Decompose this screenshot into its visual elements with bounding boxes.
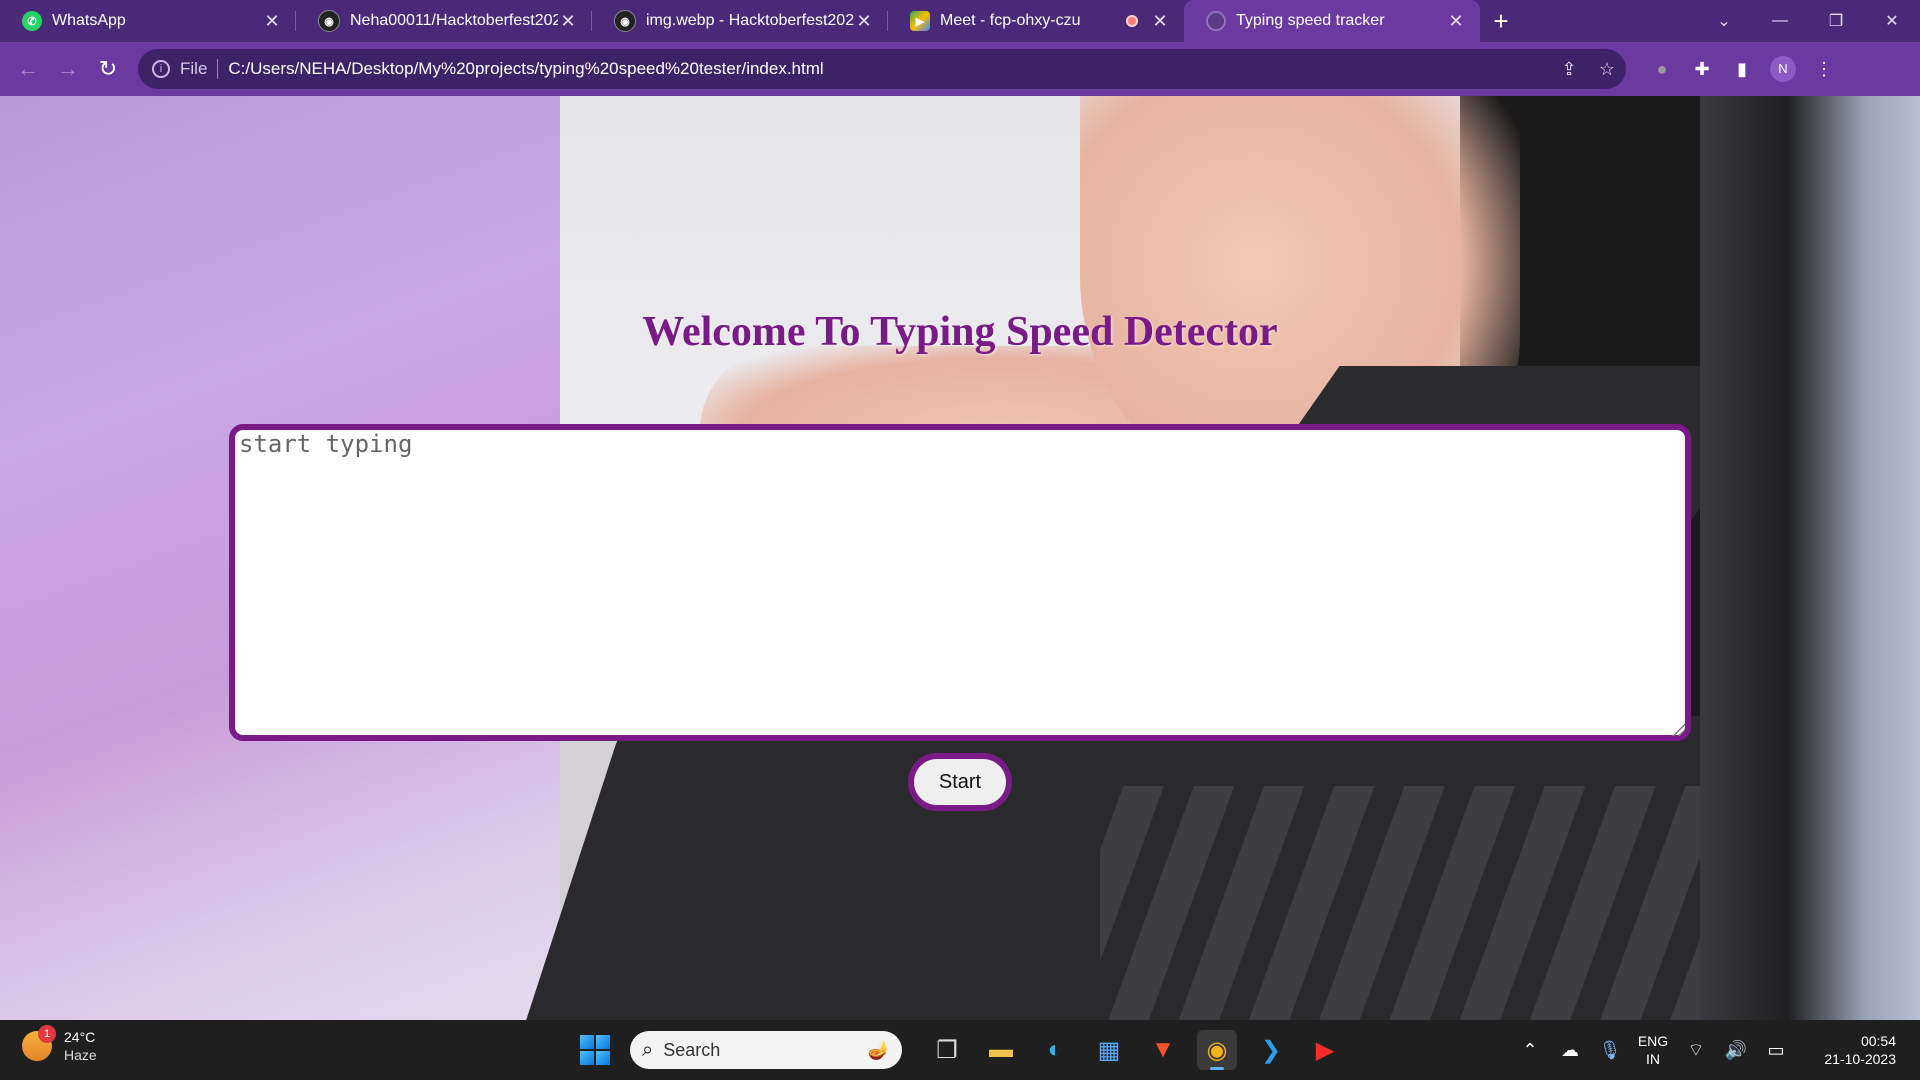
google-meet-icon: ▶ <box>910 11 930 31</box>
new-tab-button[interactable]: + <box>1480 0 1522 42</box>
tab-title: Typing speed tracker <box>1236 12 1385 29</box>
edge-icon[interactable]: ◐ <box>1035 1030 1075 1070</box>
taskbar-apps: ⌕ Search 🪔 ❐ ▬ ◐ ▦ ▼ ◉ ❯ ▶ <box>580 1028 1352 1072</box>
tab-title: img.webp - Hacktoberfest2023 [ <box>646 12 854 29</box>
close-icon[interactable]: ✕ <box>1150 11 1170 32</box>
close-icon[interactable]: ✕ <box>558 11 578 32</box>
extension-icon[interactable]: ● <box>1642 59 1682 80</box>
close-icon[interactable]: ✕ <box>854 11 874 32</box>
volume-icon[interactable]: 🔊 <box>1716 1040 1756 1061</box>
taskbar-search[interactable]: ⌕ Search 🪔 <box>630 1031 902 1069</box>
task-view-icon[interactable]: ❐ <box>927 1030 967 1070</box>
weather-widget[interactable]: 1 24°C Haze <box>22 1025 97 1064</box>
language-line1: ENG <box>1637 1033 1669 1049</box>
globe-icon <box>1206 11 1226 31</box>
tab-title: Meet - fcp-ohxy-czu <box>940 12 1081 29</box>
weather-condition: Haze <box>64 1047 97 1063</box>
scheme-label: File <box>180 59 219 79</box>
recording-icon <box>1126 15 1138 27</box>
reload-icon[interactable]: ↻ <box>88 49 128 89</box>
microphone-icon[interactable]: 🎙 <box>1590 1040 1630 1061</box>
minimize-icon[interactable]: — <box>1752 0 1808 42</box>
language-line2: IN <box>1646 1051 1660 1067</box>
taskbar: 1 24°C Haze ⌕ Search 🪔 ❐ ▬ ◐ ▦ ▼ ◉ ❯ ▶ ⌃… <box>0 1020 1920 1080</box>
tab-github-img[interactable]: ◉ img.webp - Hacktoberfest2023 [ ✕ <box>592 0 888 42</box>
tab-title: Neha00011/Hacktoberfest2023: <box>350 12 558 29</box>
chevron-up-icon[interactable]: ⌃ <box>1510 1040 1550 1061</box>
tab-github-repo[interactable]: ◉ Neha00011/Hacktoberfest2023: ✕ <box>296 0 592 42</box>
tab-typing-speed-tracker[interactable]: Typing speed tracker ✕ <box>1184 0 1480 42</box>
search-icon: ⌕ <box>642 1038 654 1061</box>
microsoft-store-icon[interactable]: ▦ <box>1089 1030 1129 1070</box>
bookmark-star-icon[interactable]: ☆ <box>1588 59 1626 80</box>
close-window-icon[interactable]: ✕ <box>1864 0 1920 42</box>
windows-start-icon[interactable] <box>580 1035 610 1065</box>
search-placeholder: Search <box>663 1039 721 1060</box>
chrome-icon[interactable]: ◉ <box>1197 1030 1237 1070</box>
restore-icon[interactable]: ❐ <box>1808 0 1864 42</box>
puzzle-extensions-icon[interactable]: ✚ <box>1682 59 1722 80</box>
share-icon[interactable]: ⇪ <box>1550 59 1588 80</box>
notification-badge: 1 <box>38 1025 56 1043</box>
battery-icon[interactable]: ▭ <box>1756 1040 1796 1061</box>
url-text[interactable]: C:/Users/NEHA/Desktop/My%20projects/typi… <box>228 59 1550 79</box>
clock-time: 00:54 <box>1860 1033 1896 1049</box>
github-icon: ◉ <box>318 10 340 32</box>
vscode-icon[interactable]: ❯ <box>1251 1030 1291 1070</box>
back-icon[interactable]: ← <box>8 49 48 89</box>
close-icon[interactable]: ✕ <box>1446 11 1466 32</box>
clock-date: 21-10-2023 <box>1824 1051 1896 1067</box>
weather-sun-icon: 1 <box>22 1025 56 1061</box>
tab-title: WhatsApp <box>52 12 126 29</box>
tab-meet[interactable]: ▶ Meet - fcp-ohxy-czu ✕ <box>888 0 1184 42</box>
brave-icon[interactable]: ▼ <box>1143 1030 1183 1070</box>
menu-kebab-icon[interactable]: ⋮ <box>1804 59 1844 80</box>
youtube-icon[interactable]: ▶ <box>1305 1030 1345 1070</box>
system-tray: ⌃ ☁ 🎙 ENG IN ⌔ 🔊 ▭ 00:54 21-10-2023 <box>1510 1020 1920 1080</box>
whatsapp-icon: ✆ <box>22 11 42 31</box>
start-button[interactable]: Start <box>908 753 1012 811</box>
typing-textarea[interactable] <box>229 424 1691 741</box>
profile-avatar[interactable]: N <box>1770 56 1796 82</box>
page-title: Welcome To Typing Speed Detector <box>642 309 1278 355</box>
close-icon[interactable]: ✕ <box>262 11 282 32</box>
tab-whatsapp[interactable]: ✆ WhatsApp ✕ <box>0 0 296 42</box>
onedrive-cloud-icon[interactable]: ☁ <box>1550 1040 1590 1061</box>
forward-icon[interactable]: → <box>48 49 88 89</box>
page-viewport: Welcome To Typing Speed Detector Start <box>0 96 1920 1020</box>
background-image-screen-edge <box>1700 96 1920 1020</box>
clock[interactable]: 00:54 21-10-2023 <box>1796 1032 1920 1068</box>
address-bar[interactable]: i File C:/Users/NEHA/Desktop/My%20projec… <box>138 49 1626 89</box>
tab-search-icon[interactable]: ⌄ <box>1696 0 1752 42</box>
resize-handle-icon[interactable] <box>1671 722 1685 736</box>
info-icon[interactable]: i <box>152 60 170 78</box>
browser-toolbar: ← → ↻ i File C:/Users/NEHA/Desktop/My%20… <box>0 42 1920 96</box>
tab-strip: ✆ WhatsApp ✕ ◉ Neha00011/Hacktoberfest20… <box>0 0 1920 42</box>
file-explorer-icon[interactable]: ▬ <box>981 1030 1021 1070</box>
github-icon: ◉ <box>614 10 636 32</box>
wifi-icon[interactable]: ⌔ <box>1676 1039 1716 1062</box>
search-highlight-icon: 🪔 <box>867 1039 890 1060</box>
side-panel-icon[interactable]: ▮ <box>1722 59 1762 80</box>
window-controls: ⌄ — ❐ ✕ <box>1696 0 1920 42</box>
weather-temperature: 24°C <box>64 1029 96 1045</box>
language-indicator[interactable]: ENG IN <box>1630 1032 1676 1068</box>
